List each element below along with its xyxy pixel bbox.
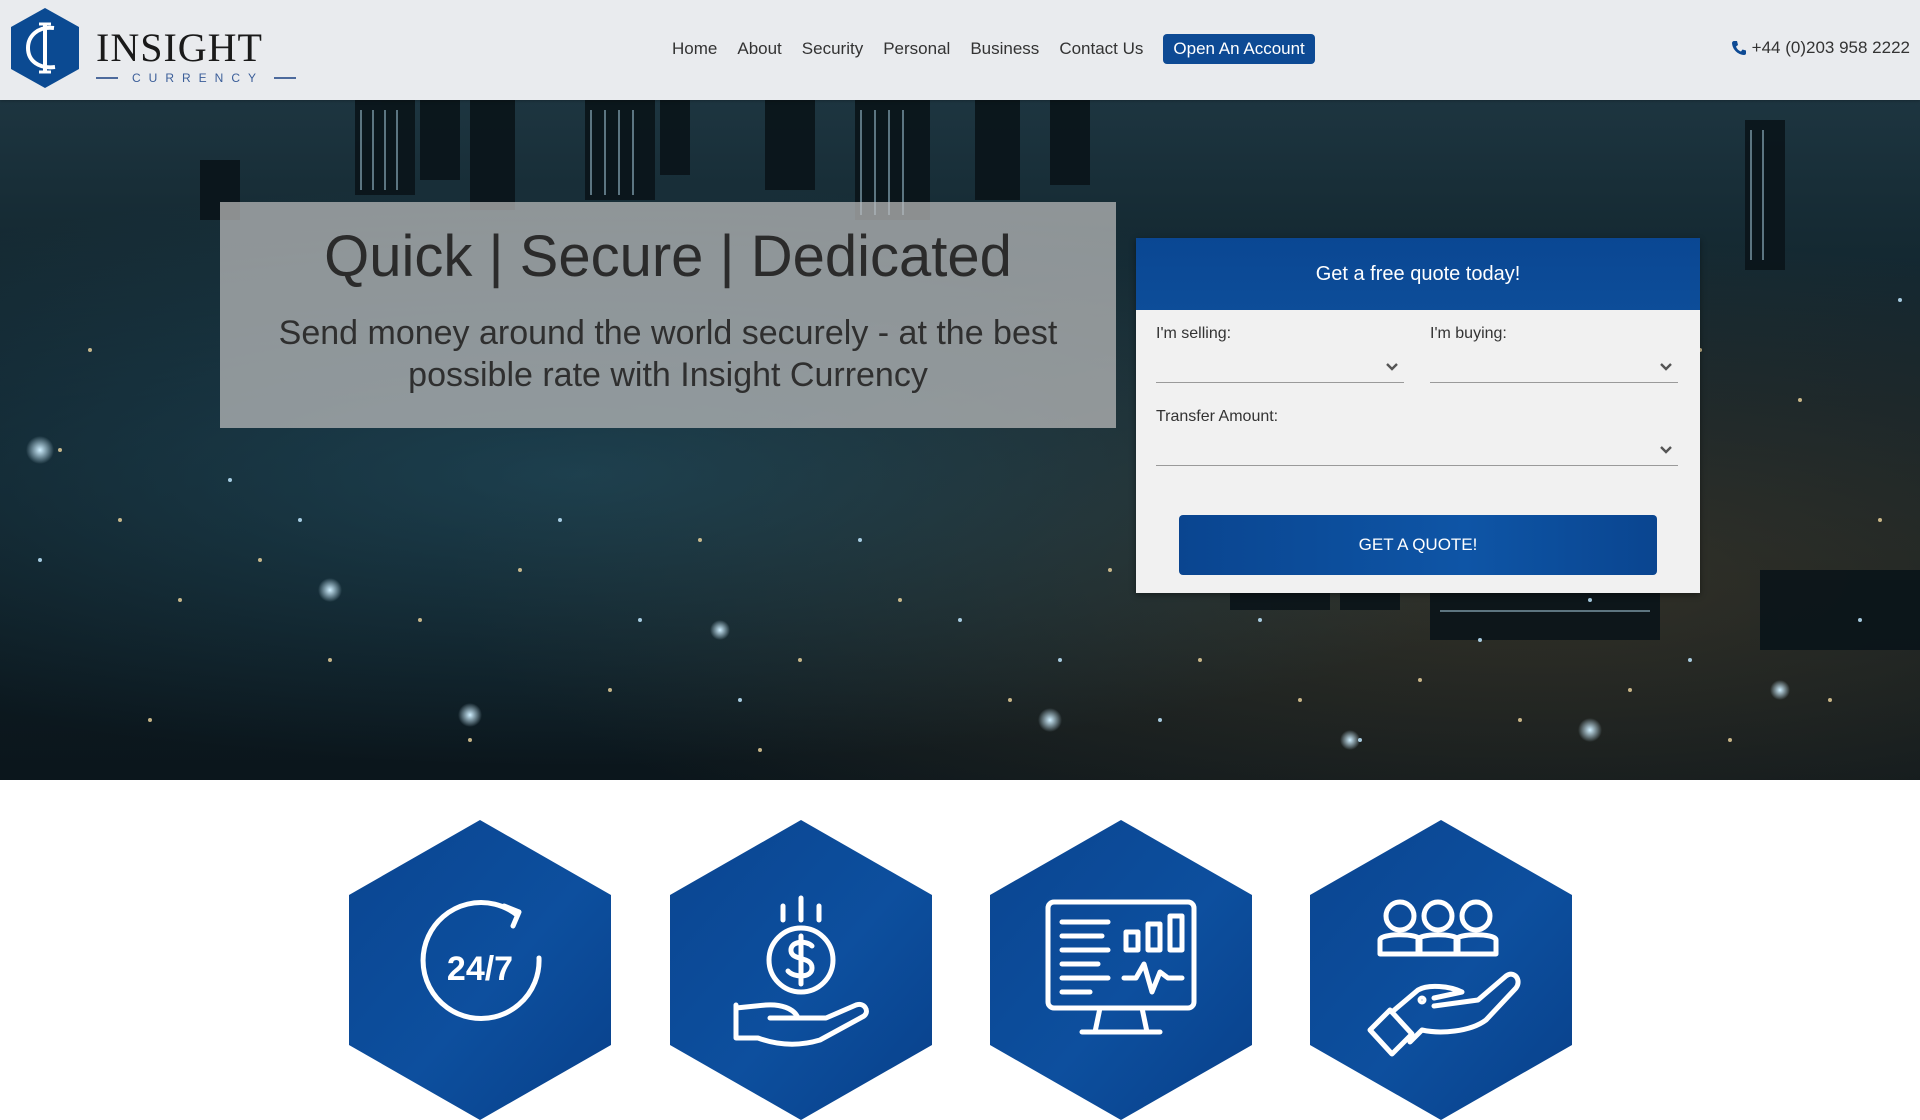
selling-label: I'm selling:: [1156, 325, 1232, 342]
hero-subheadline: Send money around the world securely - a…: [278, 314, 1058, 394]
open-account-button[interactable]: Open An Account: [1163, 34, 1315, 64]
nav-contact-us[interactable]: Contact Us: [1059, 39, 1143, 59]
feature-hex-money: [670, 820, 932, 1120]
brand-rule-left: [96, 77, 118, 79]
feature-hex-clients: [1310, 820, 1572, 1120]
quote-form-card: Get a free quote today! I'm selling: I'm…: [1136, 238, 1700, 593]
nav-business[interactable]: Business: [970, 39, 1039, 59]
nav-security[interactable]: Security: [802, 39, 863, 59]
hero-section: Quick | Secure | Dedicated Send money ar…: [0, 100, 1920, 780]
nav-about[interactable]: About: [737, 39, 781, 59]
main-nav: Home About Security Personal Business Co…: [672, 34, 1315, 64]
brand-name: INSIGHT: [96, 25, 263, 70]
site-header: INSIGHT CURRENCY Home About Security Per…: [0, 0, 1920, 100]
logo-hexagon-icon: [11, 8, 79, 88]
buying-label: I'm buying:: [1430, 325, 1507, 342]
feature-hex-analytics: [990, 820, 1252, 1120]
features-section: 24/7: [0, 780, 1920, 1120]
brand-rule-right: [274, 77, 297, 79]
buying-currency-select[interactable]: [1430, 356, 1678, 383]
phone-contact[interactable]: +44 (0)203 958 2222: [1731, 38, 1910, 58]
transfer-amount-select[interactable]: [1156, 439, 1678, 466]
nav-personal[interactable]: Personal: [883, 39, 950, 59]
selling-currency-select[interactable]: [1156, 356, 1404, 383]
brand-logo[interactable]: INSIGHT CURRENCY: [8, 6, 297, 96]
chevron-down-icon: [1386, 363, 1398, 371]
hero-headline: Quick | Secure | Dedicated: [324, 224, 1012, 289]
phone-number: +44 (0)203 958 2222: [1751, 38, 1910, 57]
chevron-down-icon: [1660, 363, 1672, 371]
hero-headline-panel: Quick | Secure | Dedicated Send money ar…: [220, 202, 1116, 428]
chevron-down-icon: [1660, 446, 1672, 454]
transfer-amount-label: Transfer Amount:: [1156, 408, 1279, 425]
phone-icon: [1731, 41, 1746, 55]
brand-subtitle: CURRENCY: [132, 71, 265, 85]
get-quote-button[interactable]: GET A QUOTE!: [1179, 515, 1657, 575]
quote-card-title: Get a free quote today!: [1136, 238, 1700, 310]
support-icon-text: 24/7: [447, 950, 513, 988]
nav-home[interactable]: Home: [672, 39, 717, 59]
feature-hex-support: 24/7: [349, 820, 611, 1120]
